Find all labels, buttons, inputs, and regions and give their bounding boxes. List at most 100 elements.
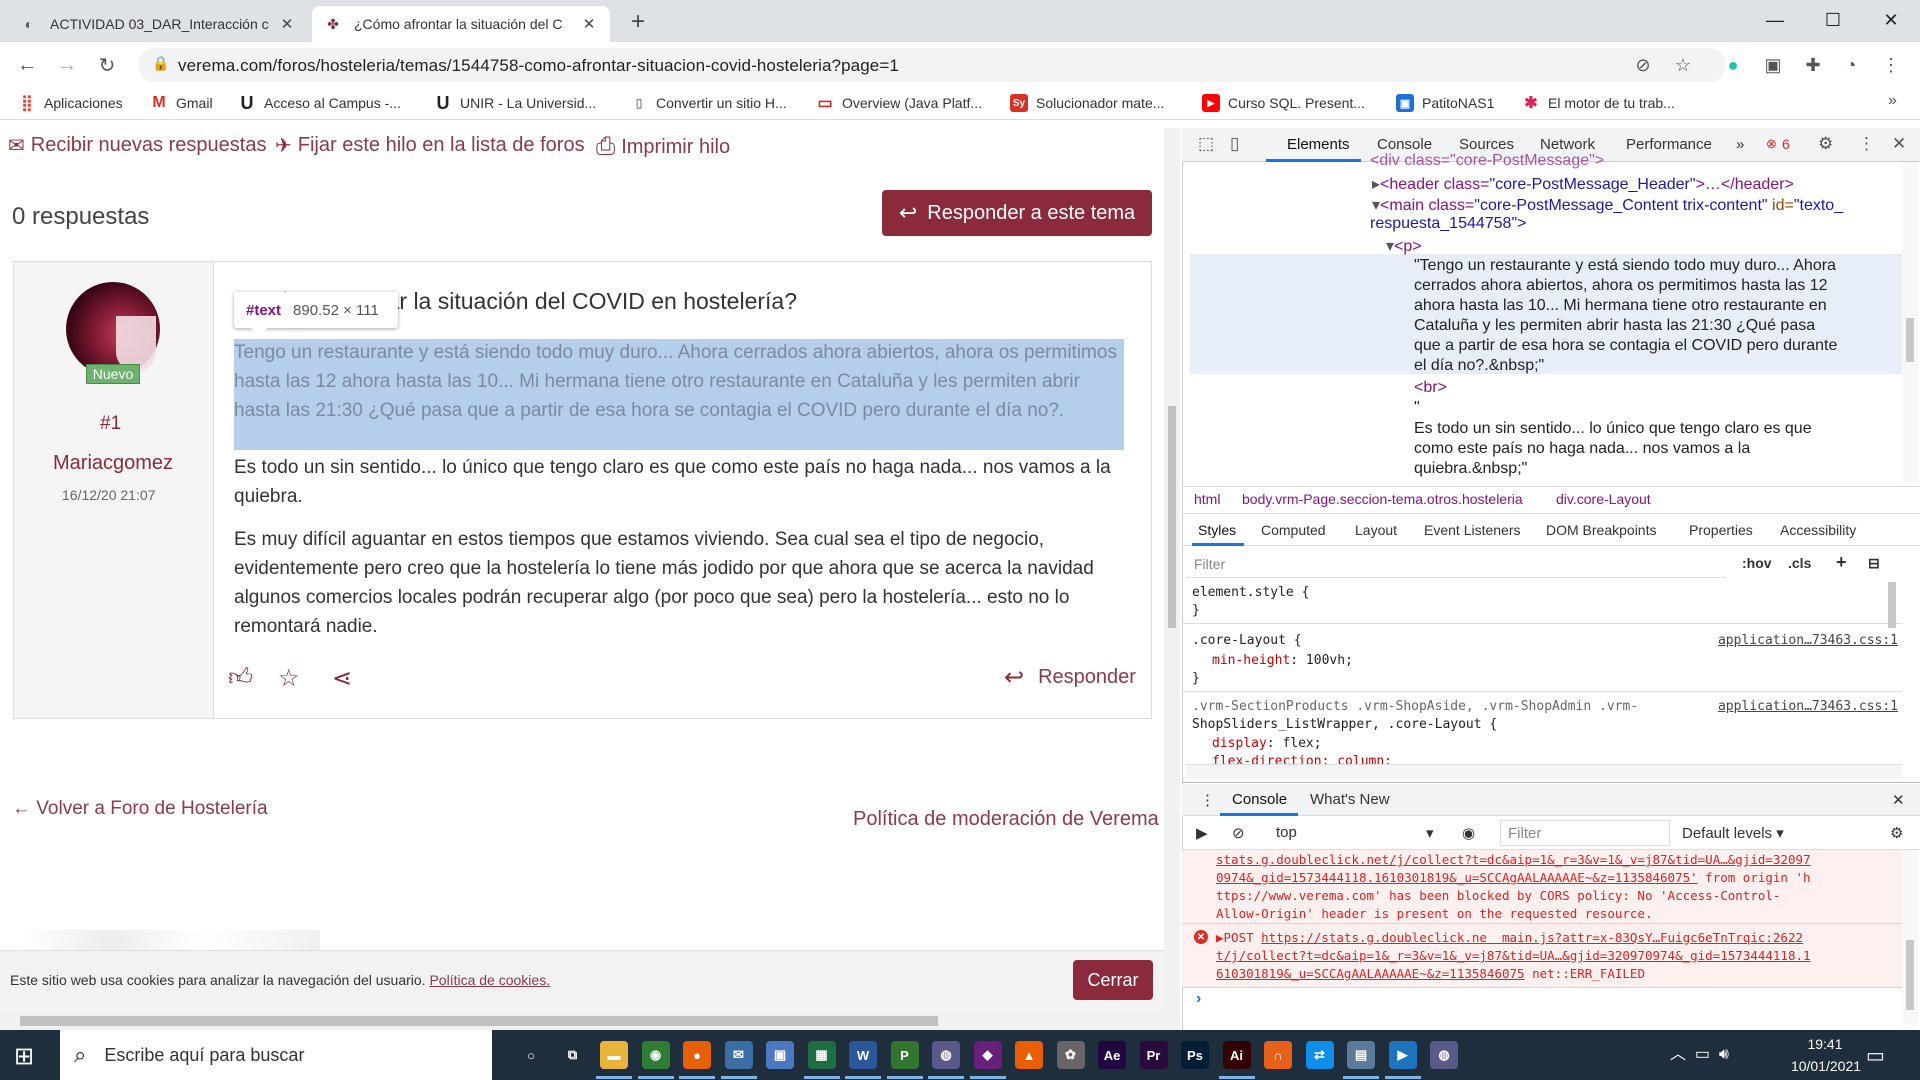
close-tab-icon[interactable]: ✕	[580, 15, 598, 33]
styles-horizontal-scrollbar[interactable]	[1186, 764, 1902, 778]
dom-text-node[interactable]: "Tengo un restaurante y está siendo todo…	[1414, 257, 1836, 275]
tab-performance[interactable]: Performance	[1626, 136, 1712, 153]
star-icon[interactable]: ☆	[278, 664, 300, 693]
context-select[interactable]: top	[1276, 824, 1297, 841]
system-tray[interactable]: ︿ ▭ 🔊︎	[1670, 1040, 1729, 1064]
dom-node[interactable]: ▾<main class="core-PostMessage_Content t…	[1372, 195, 1843, 215]
tab-verema[interactable]: ✤ ¿Cómo afrontar la situación del C ✕	[312, 6, 610, 42]
app4-icon[interactable]: ▶	[1382, 1035, 1424, 1075]
device-toolbar-icon[interactable]: ▯	[1230, 134, 1239, 154]
premiere-icon[interactable]: Pr	[1133, 1035, 1175, 1075]
post-number[interactable]: #1	[100, 413, 121, 435]
mail-icon[interactable]: ✉	[718, 1035, 760, 1075]
word-icon[interactable]: W	[842, 1035, 884, 1075]
dom-node[interactable]: <br>	[1414, 379, 1447, 397]
bookmarks-overflow-icon[interactable]: »	[1888, 92, 1897, 110]
error-count[interactable]: 6	[1782, 136, 1790, 152]
tab-console[interactable]: Console	[1232, 791, 1287, 808]
vlc-icon[interactable]: ▲	[1008, 1035, 1050, 1075]
css-rule-selector[interactable]: ShopSliders_ListWrapper, .core-Layout {	[1192, 717, 1497, 732]
close-window-button[interactable]: ✕	[1862, 0, 1920, 40]
app3-icon[interactable]: ▤	[1340, 1035, 1382, 1075]
console-link[interactable]: https://stats.g.doubleclick.ne	[1261, 930, 1487, 945]
bookmark-symbolab[interactable]: Sy Solucionador mate...	[1010, 94, 1164, 112]
like-icon[interactable]: 👍︎	[228, 664, 253, 692]
url-text[interactable]: verema.com/foros/hosteleria/temas/154475…	[178, 56, 899, 76]
console-line[interactable]: ▶POST https://stats.g.doubleclick.ne mai…	[1216, 930, 1803, 945]
clock-date[interactable]: 10/01/2021	[1782, 1058, 1870, 1074]
bookmark-campus[interactable]: U Acceso al Campus -...	[238, 93, 401, 113]
visual-studio-icon[interactable]: ◆	[967, 1035, 1009, 1075]
breadcrumb-item[interactable]: html	[1194, 491, 1220, 507]
console-scroll-thumb[interactable]	[1906, 940, 1914, 1010]
dom-text-node[interactable]: Es todo un sin sentido... lo único que t…	[1414, 420, 1812, 438]
css-declaration[interactable]: flex-direction: column;	[1212, 754, 1392, 764]
css-rule-selector[interactable]: .core-Layout {	[1192, 633, 1302, 648]
bookmark-gmail[interactable]: M Gmail	[150, 94, 212, 112]
tab-computed[interactable]: Computed	[1261, 522, 1326, 538]
notifications-icon[interactable]: ▭	[1866, 1043, 1885, 1068]
star-icon[interactable]: ☆	[1670, 52, 1696, 78]
css-declaration[interactable]: min-height: 100vh;	[1212, 653, 1353, 668]
collapse-arrow-icon[interactable]: ▾	[1386, 238, 1394, 255]
page-scroll-thumb[interactable]	[1168, 406, 1176, 628]
dom-text-node[interactable]: que a partir de esa hora se contagia el …	[1414, 337, 1837, 355]
css-rule-selector[interactable]: .vrm-SectionProducts .vrm-ShopAside, .vr…	[1192, 699, 1638, 714]
project-icon[interactable]: P	[884, 1035, 926, 1075]
console-method[interactable]: ▶POST	[1216, 930, 1261, 945]
close-drawer-icon[interactable]: ✕	[1892, 791, 1905, 809]
toggle-sidebar-icon[interactable]: ⊟	[1868, 555, 1880, 572]
console-prompt[interactable]: ›	[1196, 990, 1201, 1008]
windows-start-icon[interactable]: ⊞	[14, 1042, 34, 1071]
close-devtools-icon[interactable]: ✕	[1892, 134, 1906, 154]
collapse-arrow-icon[interactable]: ▾	[1372, 197, 1380, 214]
firefox-icon[interactable]: ●	[676, 1035, 718, 1075]
tab-elements[interactable]: Elements	[1287, 136, 1350, 153]
avatar[interactable]: ◔	[1838, 52, 1864, 78]
back-to-forum-link[interactable]: ← Volver a Foro de Hostelería	[12, 798, 268, 820]
maximize-button[interactable]: ☐	[1804, 0, 1862, 40]
menu-dots-icon[interactable]: ⋮	[1878, 52, 1904, 78]
hover-state-toggle[interactable]: :hov	[1742, 555, 1772, 571]
forward-arrow-icon[interactable]: →	[52, 50, 82, 80]
subscribe-link[interactable]: ✉ Recibir nuevas respuestas	[8, 133, 266, 158]
drawer-divider[interactable]	[1182, 782, 1920, 783]
css-rule-selector[interactable]: element.style {	[1192, 585, 1309, 600]
console-line[interactable]: stats.g.doubleclick.net/j/collect?t=dc&a…	[1216, 852, 1811, 867]
photoshop-icon[interactable]: Ps	[1174, 1035, 1216, 1075]
devtools-menu-icon[interactable]: ⋮	[1858, 134, 1875, 154]
close-tab-icon[interactable]: ✕	[278, 15, 296, 33]
dom-node[interactable]: <div class="core-PostMessage">	[1370, 152, 1604, 170]
css-declaration[interactable]: display: flex;	[1212, 736, 1322, 751]
reload-icon[interactable]: ↻	[92, 50, 122, 80]
chrome-icon[interactable]: ◉	[635, 1035, 677, 1075]
breadcrumb-item[interactable]: div.core-Layout	[1556, 491, 1651, 507]
reply-topic-button[interactable]: ↩ Responder a este tema	[882, 190, 1152, 236]
pin-link[interactable]: ✈ Fijar este hilo en la lista de foros	[275, 133, 585, 158]
bookmark-java[interactable]: ▭ Overview (Java Platf...	[816, 94, 982, 112]
puzzle-icon[interactable]: ✚	[1800, 52, 1826, 78]
drawer-menu-icon[interactable]: ⋮	[1200, 791, 1215, 809]
console-source-link[interactable]: main.js?attr=x-83QsY…Fuigc6eTnTrqic:2622	[1487, 930, 1803, 945]
extension-circle-icon[interactable]: ●	[1720, 52, 1746, 78]
tab-styles[interactable]: Styles	[1198, 522, 1236, 538]
tab-accessibility[interactable]: Accessibility	[1780, 522, 1856, 538]
css-source-link[interactable]: application…73463.css:1	[1718, 699, 1898, 714]
post-author[interactable]: Mariacgomez	[53, 452, 173, 475]
bookmark-convertir[interactable]: ▯ Convertir un sitio H...	[630, 94, 787, 112]
share-icon[interactable]: ⋖	[332, 664, 352, 693]
dom-text-node[interactable]: cerrados ahora abiertos, ahora os permit…	[1414, 277, 1828, 295]
task-view-icon[interactable]: ⧉	[552, 1035, 594, 1075]
dom-text-node[interactable]: Cataluña y les permiten abrir hasta las …	[1414, 317, 1815, 335]
console-settings-icon[interactable]: ⚙	[1890, 824, 1903, 842]
app-icon[interactable]: ▣	[759, 1035, 801, 1075]
after-effects-icon[interactable]: Ae	[1091, 1035, 1133, 1075]
settings-gear-icon[interactable]: ⚙	[1818, 134, 1833, 154]
new-rule-icon[interactable]: +	[1836, 552, 1847, 573]
tab-dom-breakpoints[interactable]: DOM Breakpoints	[1546, 522, 1656, 538]
clear-console-icon[interactable]: ⊘	[1232, 824, 1245, 842]
styles-filter-input[interactable]	[1186, 552, 1726, 578]
bookmark-patitonas[interactable]: ▣ PatitoNAS1	[1396, 94, 1494, 112]
tab-console[interactable]: Console	[1377, 136, 1432, 153]
tab-sources[interactable]: Sources	[1459, 136, 1514, 153]
